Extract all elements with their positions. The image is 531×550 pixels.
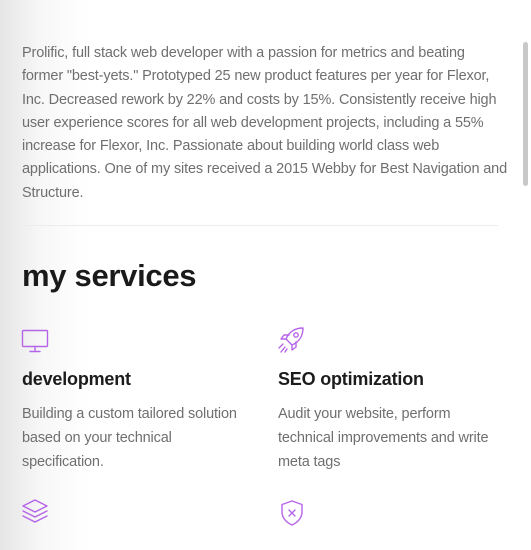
layers-icon — [22, 499, 48, 523]
service-description-seo-optimization: Audit your website, perform technical im… — [278, 406, 489, 470]
service-title-seo-optimization: SEO optimization — [278, 369, 424, 389]
services-heading: my services — [22, 258, 197, 293]
scrollbar-thumb[interactable] — [523, 42, 528, 186]
page: Prolific, full stack web developer with … — [0, 0, 531, 550]
shield-icon — [281, 500, 303, 526]
monitor-icon — [21, 329, 49, 353]
about-paragraph: Prolific, full stack web developer with … — [22, 45, 507, 201]
service-title-development: development — [22, 369, 131, 389]
service-description-development: Building a custom tailored solution base… — [22, 406, 237, 470]
rocket-icon — [278, 327, 304, 353]
section-divider — [22, 225, 498, 226]
